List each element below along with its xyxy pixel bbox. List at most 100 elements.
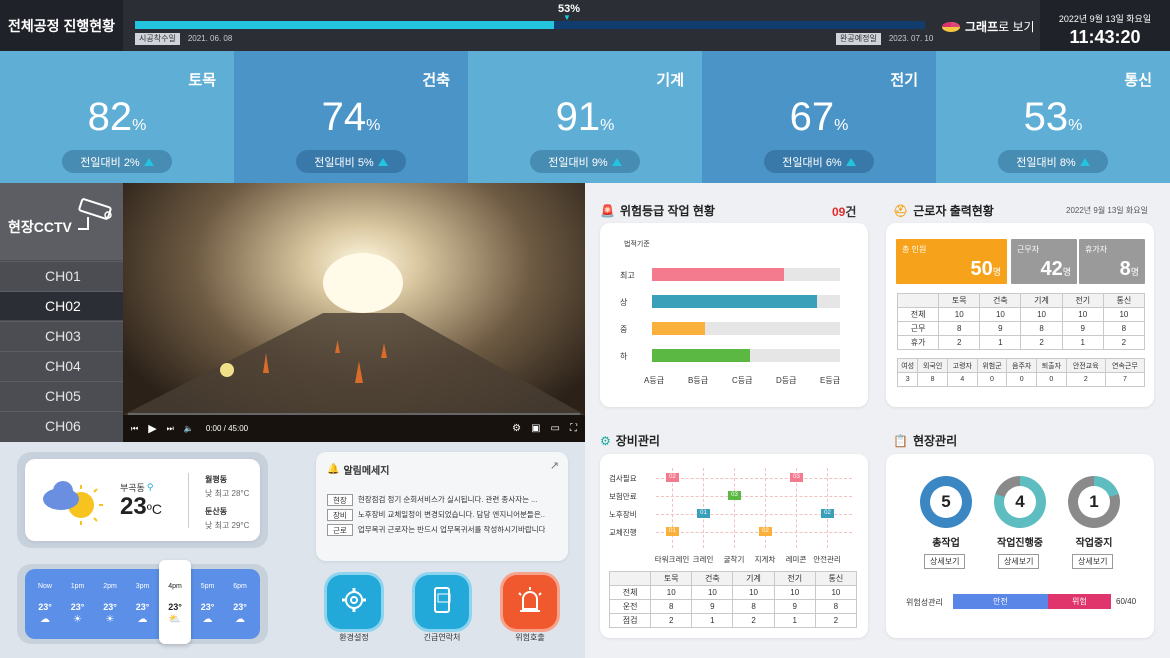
channel-ch06[interactable]: CH06 [0, 411, 123, 440]
channel-ch04[interactable]: CH04 [0, 351, 123, 380]
volume-icon[interactable]: 🔈 [184, 424, 194, 433]
hour-time: 5pm [200, 583, 215, 590]
equipment-marker[interactable]: 03 [790, 473, 803, 482]
tile-compare-text: 전일대비 6% [782, 156, 842, 169]
table-header-cell: 여성 [896, 358, 919, 373]
equipment-marker[interactable]: 01 [666, 527, 679, 536]
tile-compare-text: 전일대비 8% [1016, 156, 1076, 169]
equipment-marker[interactable]: 02 [759, 527, 772, 536]
side-weather-2: 둔산동 낮 최고 29°C [205, 506, 249, 531]
pie-chart-icon [942, 22, 960, 32]
notice-row[interactable]: 장비 노후장비 교체일정이 변경되었습니다. 담당 엔지니어분들은... [327, 508, 545, 521]
equipment-marker[interactable]: 01 [697, 509, 710, 518]
equipment-marker[interactable]: 02 [666, 473, 679, 482]
hour-temp: 23° [200, 602, 215, 612]
worker-card: 총 인원 50명 근무자 42명 휴가자 8명 토목 건축 기계 전기 통신 전체 10 10… [886, 223, 1154, 407]
hour-2[interactable]: 2pm 23° ☀ [94, 569, 126, 649]
bell-icon: 🔔 [327, 464, 340, 475]
grid-line [734, 468, 735, 548]
settings-icon[interactable]: ⚙ [512, 423, 521, 434]
risk-bar-track [652, 295, 840, 308]
table-cell: 8 [1020, 321, 1063, 336]
cctv-video-player[interactable]: ⏮ ▶ ⏭ 🔈 0:00 / 45:00 ⚙ ▣ ▭ ⛶ [123, 183, 585, 442]
hour-0[interactable]: Now 23° ☁ [29, 569, 61, 649]
table-header-cell: 위험군 [976, 358, 1008, 373]
channel-ch05[interactable]: CH05 [0, 381, 123, 410]
hour-5[interactable]: 5pm 23° ☁ [192, 569, 224, 649]
safety-ratio-bar: 안전 위험 [953, 594, 1111, 609]
video-seek-bar[interactable] [128, 413, 580, 415]
tile-compare: 전일대비 2% [62, 150, 172, 173]
risk-count: 09건 [832, 203, 856, 220]
cctv-panel: 현장CCTV CH01 CH02 CH03 CH04 CH05 CH06 [0, 183, 135, 442]
risk-bar-1 [652, 295, 818, 308]
start-date-label: 시공착수일 [135, 33, 180, 45]
weather-temp-unit: ºC [146, 501, 162, 517]
settings-gear-icon [339, 585, 369, 620]
hour-temp: 23° [103, 602, 117, 612]
table-cell: 운전 [608, 599, 652, 614]
risk-bar-track [652, 322, 840, 335]
equipment-icon: ⚙ [600, 433, 611, 448]
notice-row[interactable]: 현장 현장점검 정기 순회서비스가 실시됩니다. 관련 종사자는 ... [327, 493, 545, 506]
siren-icon: 🚨 [600, 203, 615, 218]
worker-section-title: ⛑ 근로자 출력현황 [893, 202, 994, 219]
weather-divider [188, 473, 189, 528]
skip-forward-icon[interactable]: ⏭ [167, 424, 174, 434]
table-cell: 10 [691, 585, 734, 600]
table-row: 운전 8 9 8 9 8 [608, 599, 858, 614]
hour-4[interactable]: 4pm 23° ⛅ [159, 560, 191, 644]
equipment-row-label: 검사필요 [609, 474, 637, 483]
external-link-icon[interactable]: ↗ [550, 459, 559, 472]
site-title: 현장관리 [912, 434, 958, 448]
worker-title: 근로자 출력현황 [913, 204, 994, 218]
table-cell: 8 [938, 321, 981, 336]
hour-1[interactable]: 1pm 23° ☀ [62, 569, 94, 649]
leave-value: 8 [1119, 258, 1131, 280]
theater-icon[interactable]: ▭ [551, 423, 560, 434]
channel-ch02[interactable]: CH02 [0, 291, 123, 320]
table-header-cell: 통신 [814, 571, 858, 586]
equipment-marker[interactable]: 03 [728, 491, 741, 500]
table-cell: 0 [976, 372, 1008, 387]
table-header-cell: 통신 [1102, 293, 1146, 308]
risk-bar-track [652, 349, 840, 362]
table-cell: 10 [1020, 307, 1063, 322]
table-cell: 0 [1036, 372, 1067, 387]
site-detail-button[interactable]: 상세보기 [924, 554, 966, 569]
notice-row[interactable]: 근로 업무복귀 근로자는 반드시 업무복귀서를 작성하시기바랍니다. [327, 523, 545, 536]
risk-x-tick: B등급 [688, 376, 709, 385]
tile-percent-value: 74 [321, 95, 367, 139]
action-button-2[interactable] [503, 575, 557, 629]
miniplayer-icon[interactable]: ▣ [531, 423, 540, 434]
equipment-marker[interactable]: 02 [821, 509, 834, 518]
table-header-cell: 외국인 [917, 358, 948, 373]
graph-view-button[interactable]: 그래프로 보기 [941, 15, 1035, 37]
play-icon[interactable]: ▶ [148, 422, 156, 435]
hour-time: 1pm [70, 583, 85, 590]
site-item-label: 작업진행중 [997, 538, 1043, 549]
table-header-cell: 토목 [938, 293, 981, 308]
action-button-0[interactable] [327, 575, 381, 629]
table-row: 전체 10 10 10 10 10 [896, 307, 1146, 322]
app-title: 전체공정 진행현황 [0, 0, 123, 51]
tile-percent-unit: % [1068, 117, 1083, 134]
action-button-1[interactable] [415, 575, 469, 629]
risk-axis-label: 법적기준 [624, 241, 650, 248]
skip-back-icon[interactable]: ⏮ [131, 424, 138, 434]
up-arrow-icon [143, 157, 154, 166]
cctv-title: 현장CCTV [8, 219, 72, 235]
fullscreen-icon[interactable]: ⛶ [570, 423, 577, 434]
channel-ch01[interactable]: CH01 [0, 261, 123, 290]
end-date-group: 완공예정일 2023. 07. 10 [836, 33, 933, 45]
channel-ch03[interactable]: CH03 [0, 321, 123, 350]
site-detail-button[interactable]: 상세보기 [1072, 554, 1114, 569]
end-date-value: 2023. 07. 10 [888, 34, 934, 43]
hour-3[interactable]: 3pm 23° ☁ [127, 569, 159, 649]
table-cell: 2 [1102, 335, 1146, 350]
risk-bar-3 [652, 349, 750, 362]
hour-6[interactable]: 6pm 23° ☁ [224, 569, 256, 649]
site-detail-button[interactable]: 상세보기 [998, 554, 1040, 569]
table-header-cell: 건축 [979, 293, 1022, 308]
danger-segment: 위험 [1047, 594, 1111, 609]
